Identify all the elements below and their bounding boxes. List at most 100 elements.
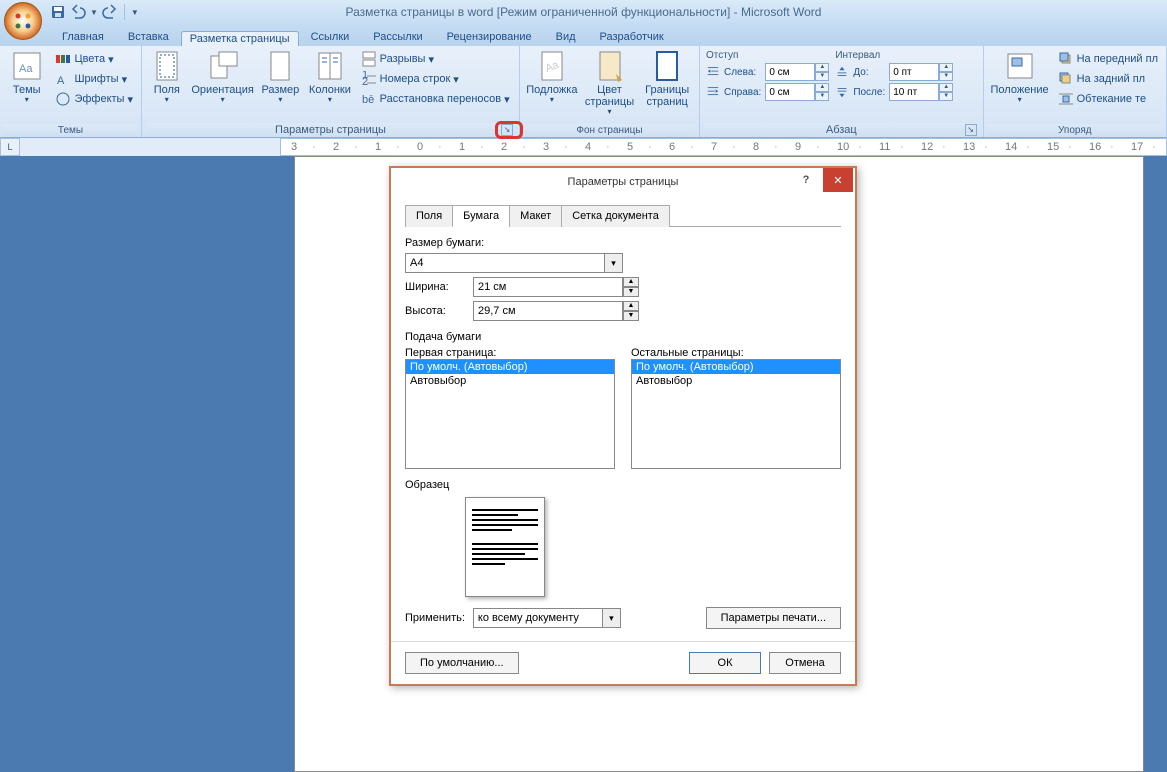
height-label: Высота: xyxy=(405,305,465,317)
page-color-icon xyxy=(594,50,626,82)
tab-home[interactable]: Главная xyxy=(50,28,116,46)
tab-view[interactable]: Вид xyxy=(544,28,588,46)
cancel-button[interactable]: Отмена xyxy=(769,652,841,674)
preview-thumbnail xyxy=(465,497,545,597)
tab-developer[interactable]: Разработчик xyxy=(588,28,676,46)
tab-references[interactable]: Ссылки xyxy=(299,28,362,46)
apply-to-select[interactable]: ▾ xyxy=(473,608,621,628)
hyphenation-button[interactable]: bēРасстановка переносов ▾ xyxy=(359,90,513,108)
other-pages-label: Остальные страницы: xyxy=(631,347,841,359)
size-button[interactable]: Размер▾ xyxy=(258,48,304,107)
dialog-close-button[interactable]: ✕ xyxy=(823,168,853,192)
first-page-label: Первая страница: xyxy=(405,347,615,359)
theme-fonts-button[interactable]: AШрифты ▾ xyxy=(53,70,135,88)
print-options-button[interactable]: Параметры печати... xyxy=(706,607,841,629)
dialog-tabs: Поля Бумага Макет Сетка документа xyxy=(405,204,841,227)
redo-icon[interactable] xyxy=(102,4,118,20)
colors-icon xyxy=(55,51,71,67)
spacing-before-icon xyxy=(835,65,849,79)
effects-icon xyxy=(55,91,71,107)
bring-front-button[interactable]: На передний пл xyxy=(1056,50,1160,68)
window-title: Разметка страницы в word [Режим ограниче… xyxy=(346,5,822,19)
list-item[interactable]: Автовыбор xyxy=(632,374,840,388)
tab-review[interactable]: Рецензирование xyxy=(435,28,544,46)
ruler-corner[interactable]: L xyxy=(0,138,20,156)
indent-left-input[interactable]: ▲▼ xyxy=(765,63,829,81)
watermark-icon: Aa xyxy=(536,50,568,82)
dialog-tab-layout[interactable]: Макет xyxy=(509,205,562,227)
dialog-help-button[interactable]: ? xyxy=(791,168,821,192)
orientation-button[interactable]: Ориентация▾ xyxy=(190,48,256,107)
front-icon xyxy=(1058,51,1074,67)
spacing-before-input[interactable]: ▲▼ xyxy=(889,63,953,81)
page-color-button[interactable]: Цвет страницы▾ xyxy=(582,48,638,119)
tab-mailings[interactable]: Рассылки xyxy=(361,28,434,46)
themes-button[interactable]: Aa Темы▾ xyxy=(4,48,49,107)
office-button[interactable] xyxy=(4,2,42,40)
height-input[interactable]: ▲▼ xyxy=(473,301,639,321)
list-item[interactable]: По умолч. (Автовыбор) xyxy=(406,360,614,374)
default-button[interactable]: По умолчанию... xyxy=(405,652,519,674)
text-wrap-button[interactable]: Обтекание те xyxy=(1056,90,1160,108)
paper-size-label: Размер бумаги: xyxy=(405,237,841,249)
paragraph-launcher[interactable]: ↘ xyxy=(965,124,977,136)
columns-icon xyxy=(314,50,346,82)
spacing-after-input[interactable]: ▲▼ xyxy=(889,83,953,101)
undo-icon[interactable] xyxy=(70,4,86,20)
indent-right-icon xyxy=(706,85,720,99)
theme-colors-button[interactable]: Цвета ▾ xyxy=(53,50,135,68)
indent-right-input[interactable]: ▲▼ xyxy=(765,83,829,101)
theme-effects-button[interactable]: Эффекты ▾ xyxy=(53,90,135,108)
tab-page-layout[interactable]: Разметка страницы xyxy=(181,31,299,46)
margins-button[interactable]: Поля▾ xyxy=(146,48,188,107)
list-item[interactable]: По умолч. (Автовыбор) xyxy=(632,360,840,374)
tab-insert[interactable]: Вставка xyxy=(116,28,181,46)
spacing-after-icon xyxy=(835,85,849,99)
fonts-icon: A xyxy=(55,71,71,87)
position-icon xyxy=(1004,50,1036,82)
dialog-tab-margins[interactable]: Поля xyxy=(405,205,453,227)
hyphenation-icon: bē xyxy=(361,91,377,107)
group-arrange: Положение▾ На передний пл На задний пл О… xyxy=(984,46,1167,137)
watermark-button[interactable]: AaПодложка▾ xyxy=(524,48,580,107)
position-button[interactable]: Положение▾ xyxy=(988,48,1052,107)
horizontal-ruler[interactable]: 3·2·1·0·1·2·3·4·5·6·7·8·9·10·11·12·13·14… xyxy=(280,138,1167,156)
themes-icon: Aa xyxy=(11,50,43,82)
group-page-setup: Поля▾ Ориентация▾ Размер▾ Колонки▾ Разры… xyxy=(142,46,520,137)
first-page-listbox[interactable]: По умолч. (Автовыбор) Автовыбор xyxy=(405,359,615,469)
wrap-icon xyxy=(1058,91,1074,107)
indent-left-icon xyxy=(706,65,720,79)
line-numbers-icon: 12 xyxy=(361,71,377,87)
group-page-background: AaПодложка▾ Цвет страницы▾ Границы стран… xyxy=(520,46,700,137)
save-icon[interactable] xyxy=(50,4,66,20)
line-numbers-button[interactable]: 12Номера строк ▾ xyxy=(359,70,513,88)
dialog-title: Параметры страницы xyxy=(568,176,679,188)
send-back-button[interactable]: На задний пл xyxy=(1056,70,1160,88)
other-pages-listbox[interactable]: По умолч. (Автовыбор) Автовыбор xyxy=(631,359,841,469)
page-setup-launcher[interactable]: ↘ xyxy=(501,124,513,136)
dropdown-icon[interactable]: ▼ xyxy=(90,8,98,17)
dialog-tab-grid[interactable]: Сетка документа xyxy=(561,205,670,227)
group-paragraph: Отступ Слева: ▲▼ Справа: ▲▼ Интервал До:… xyxy=(700,46,984,137)
page-setup-dialog: Параметры страницы ? ✕ Поля Бумага Макет… xyxy=(389,166,857,686)
ruler-area: L 3·2·1·0·1·2·3·4·5·6·7·8·9·10·11·12·13·… xyxy=(0,138,1167,156)
paper-feed-label: Подача бумаги xyxy=(405,331,841,343)
list-item[interactable]: Автовыбор xyxy=(406,374,614,388)
borders-icon xyxy=(651,50,683,82)
paper-size-select[interactable]: ▾ xyxy=(405,253,841,273)
columns-button[interactable]: Колонки▾ xyxy=(305,48,355,107)
group-label-paragraph: Абзац↘ xyxy=(704,123,979,137)
page-borders-button[interactable]: Границы страниц xyxy=(639,48,695,110)
width-input[interactable]: ▲▼ xyxy=(473,277,639,297)
back-icon xyxy=(1058,71,1074,87)
size-icon xyxy=(264,50,296,82)
group-themes: Aa Темы▾ Цвета ▾ AШрифты ▾ Эффекты ▾ Тем… xyxy=(0,46,142,137)
dialog-titlebar[interactable]: Параметры страницы ? ✕ xyxy=(391,168,855,196)
ok-button[interactable]: ОК xyxy=(689,652,761,674)
svg-text:A: A xyxy=(57,75,65,87)
breaks-button[interactable]: Разрывы ▾ xyxy=(359,50,513,68)
margins-icon xyxy=(151,50,183,82)
ribbon: Aa Темы▾ Цвета ▾ AШрифты ▾ Эффекты ▾ Тем… xyxy=(0,46,1167,138)
dialog-tab-paper[interactable]: Бумага xyxy=(452,205,510,227)
qat-customize-icon[interactable]: ▼ xyxy=(131,8,139,17)
